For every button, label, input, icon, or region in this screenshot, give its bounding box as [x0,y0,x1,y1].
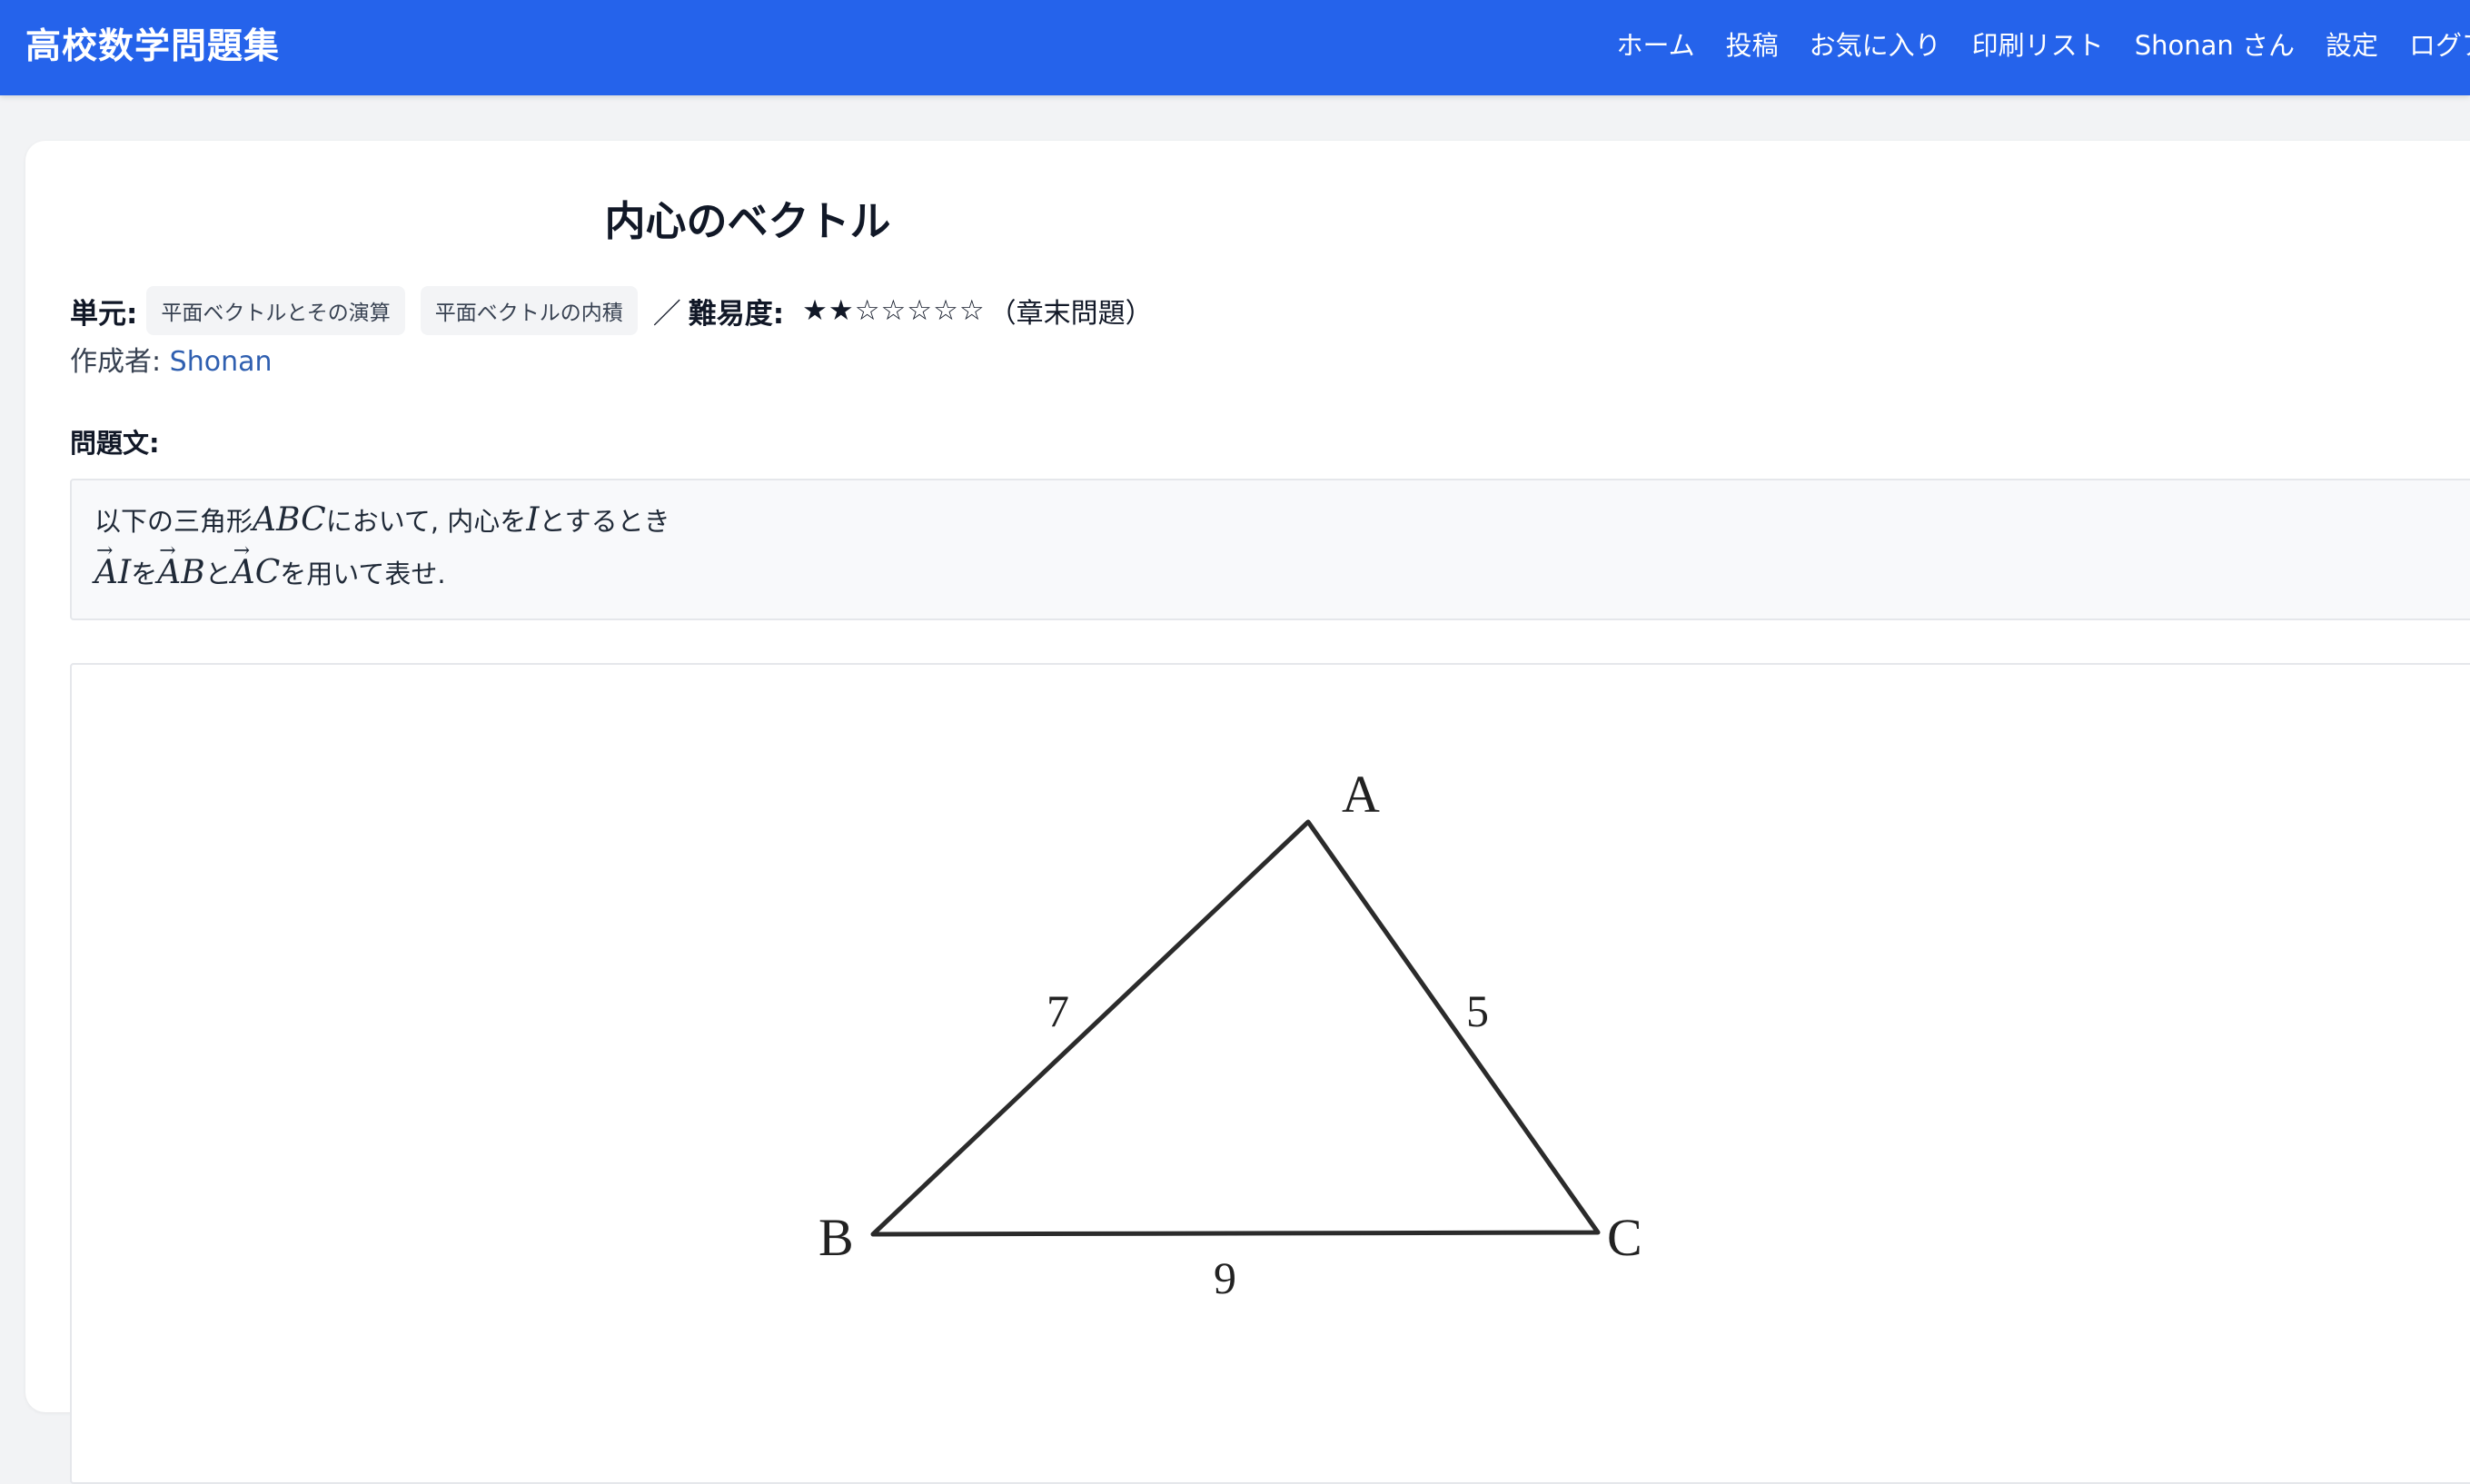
vertex-a-label: A [1342,765,1380,824]
problem-title: 内心のベクトル [0,188,1992,247]
nav-home[interactable]: ホーム [1617,25,1695,63]
difficulty-stars: ★★☆☆☆☆☆ [802,294,986,327]
site-brand[interactable]: 高校数学問題集 [25,18,280,69]
side-ac-length: 5 [1466,985,1489,1036]
difficulty-level: （章末問題） [989,291,1153,331]
math-i: I [526,501,539,539]
problem-statement-label: 問題文: [70,422,160,460]
nav-user[interactable]: Shonan さん [2135,25,2295,63]
problem-text: を [131,559,157,589]
meta-separator: ／ [653,291,681,331]
nav-post[interactable]: 投稿 [1726,25,1779,63]
unit-tag[interactable]: 平面ベクトルの内積 [421,286,638,335]
problem-text: を用いて表せ. [280,559,445,589]
problem-text: と [205,559,232,589]
unit-label: 単元: [70,291,137,331]
problem-text: 以下の三角形 [94,506,253,537]
vector-ab: AB [157,554,204,591]
vector-ac: AC [232,554,281,591]
math-abc: ABC [253,501,326,539]
vector-ai: AI [94,554,131,591]
author-label: 作成者: [70,346,161,378]
top-navbar: 高校数学問題集 ホーム 投稿 お気に入り 印刷リスト Shonan さん 設定 … [0,0,2470,95]
nav-menu: ホーム 投稿 お気に入り 印刷リスト Shonan さん 設定 ログア [1586,25,2470,63]
side-ab-length: 7 [1047,985,1069,1036]
nav-print-list[interactable]: 印刷リスト [1972,25,2104,63]
problem-text: とするとき [540,506,670,537]
problem-card: 内心のベクトル 単元: 平面ベクトルとその演算 平面ベクトルの内積 ／ 難易度:… [25,141,2470,1412]
vertex-c-label: C [1607,1208,1642,1267]
figure-container: A B C 7 5 9 [70,663,2470,1484]
problem-text: において, 内心を [326,506,527,537]
unit-tag[interactable]: 平面ベクトルとその演算 [146,286,404,335]
nav-favorites[interactable]: お気に入り [1810,25,1941,63]
problem-meta: 単元: 平面ベクトルとその演算 平面ベクトルの内積 ／ 難易度: ★★☆☆☆☆☆… [70,286,1153,335]
problem-text-line-2: AIをABとACを用いて表せ. [94,553,446,591]
triangle-abc [873,822,1598,1234]
problem-statement: 以下の三角形ABCにおいて, 内心をIとするとき AIをABとACを用いて表せ. [70,479,2470,620]
vertex-b-label: B [818,1208,854,1267]
author-link[interactable]: Shonan [170,346,273,378]
nav-settings[interactable]: 設定 [2326,25,2378,63]
author-line: 作成者: Shonan [70,339,272,379]
side-bc-length: 9 [1214,1252,1236,1303]
difficulty-label: 難易度: [689,291,784,331]
nav-logout[interactable]: ログア [2409,25,2470,63]
problem-text-line-1: 以下の三角形ABCにおいて, 内心をIとするとき [94,500,670,539]
triangle-figure: A B C 7 5 9 [72,665,2470,1482]
